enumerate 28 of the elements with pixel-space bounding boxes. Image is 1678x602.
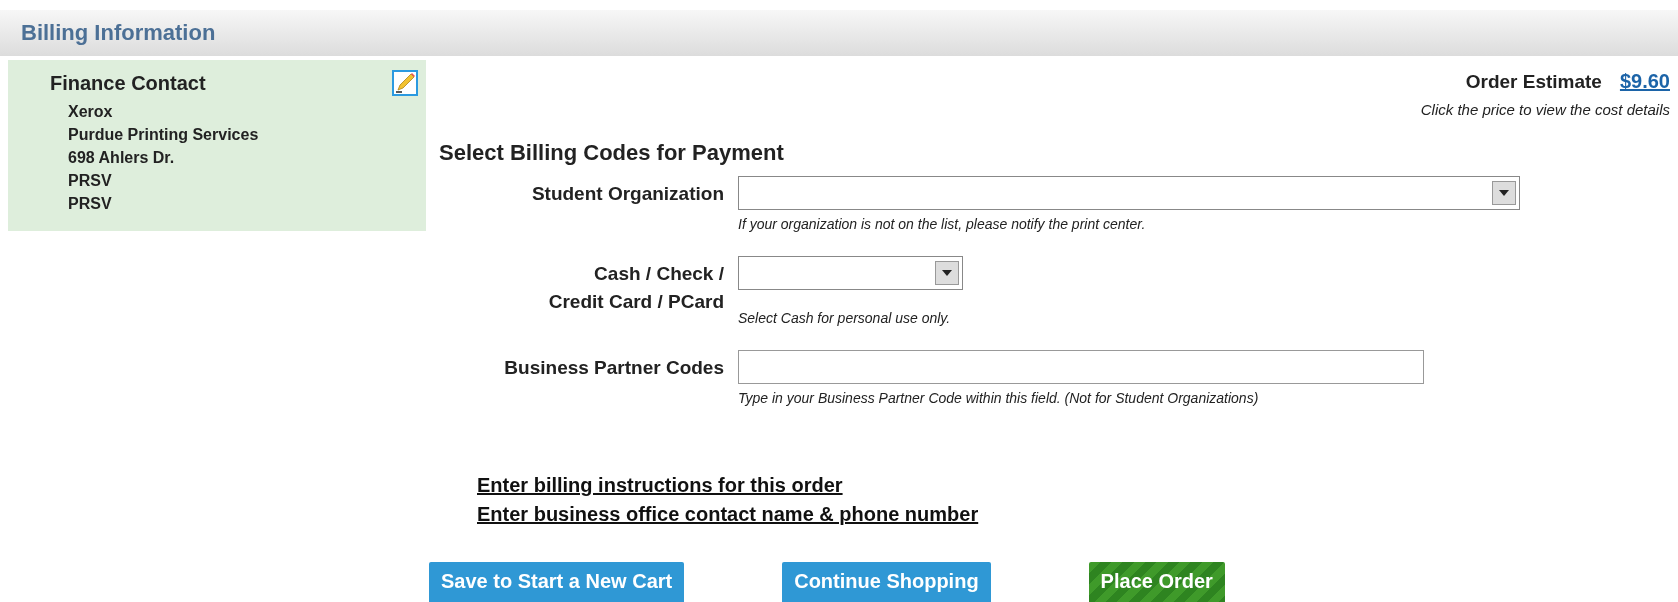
- field-hint: Select Cash for personal use only.: [738, 310, 952, 326]
- contact-line: PRSV: [67, 171, 113, 191]
- estimate-note: Click the price to view the cost details: [1420, 101, 1670, 118]
- dropdown-arrow-icon: [942, 270, 952, 276]
- contact-line: Purdue Printing Services: [67, 125, 260, 145]
- action-button[interactable]: Continue Shopping: [782, 562, 991, 602]
- field-label: Business Partner Codes: [504, 357, 724, 378]
- action-button[interactable]: Place Order: [1088, 562, 1225, 602]
- input-field[interactable]: [738, 350, 1424, 384]
- contact-line: 698 Ahlers Dr.: [67, 148, 176, 168]
- field-label: Student Organization: [531, 183, 724, 204]
- estimate-label: Order Estimate: [1465, 71, 1602, 93]
- edit-pencil-icon[interactable]: [392, 70, 418, 96]
- billing-heading: Select Billing Codes for Payment: [439, 140, 785, 166]
- field-hint: Type in your Business Partner Code within this field. (Not for Student Organizations): [738, 390, 1260, 406]
- dropdown-field[interactable]: [738, 176, 1520, 210]
- contact-title: Finance Contact: [50, 71, 206, 95]
- billing-link[interactable]: Enter billing instructions for this order: [477, 474, 843, 497]
- billing-link[interactable]: Enter business office contact name & phone number: [477, 503, 979, 526]
- price-link[interactable]: $9.60: [1619, 70, 1670, 93]
- action-button[interactable]: Save to Start a New Cart: [429, 562, 685, 602]
- field-hint: If your organization is not on the list, please notify the print center.: [738, 216, 1147, 232]
- contact-line: Xerox: [67, 102, 114, 122]
- contact-line: PRSV: [67, 194, 113, 214]
- field-label: Cash / Check / Credit Card / PCard: [548, 263, 724, 312]
- dropdown-field[interactable]: [738, 256, 963, 290]
- section-title: Billing Information: [21, 20, 216, 46]
- dropdown-arrow-icon: [1499, 190, 1509, 196]
